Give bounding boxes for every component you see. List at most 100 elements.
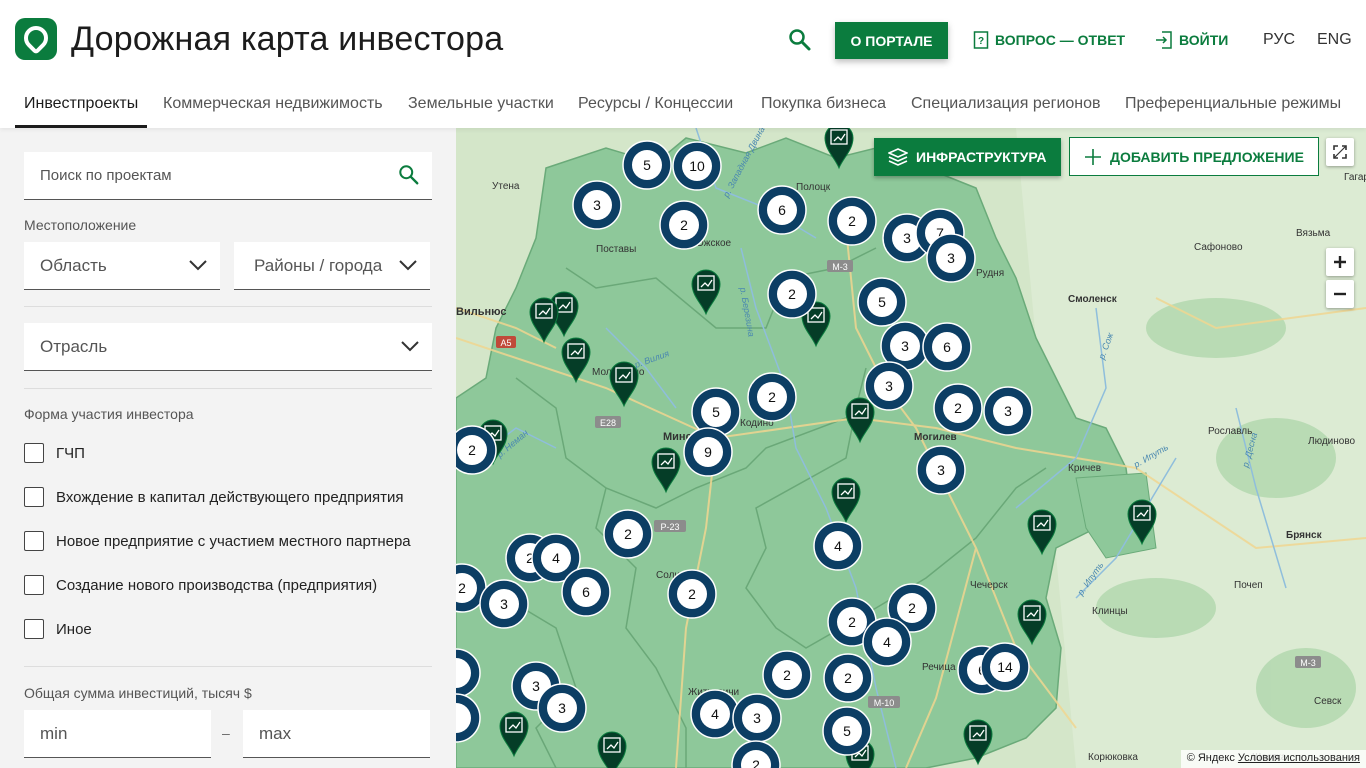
layers-icon (888, 148, 908, 166)
road-label-e28: E28 (600, 418, 616, 428)
project-cluster[interactable]: 9 (683, 427, 733, 477)
cluster-count: 6 (778, 202, 786, 218)
cluster-count: 5 (843, 723, 851, 739)
svg-text:?: ? (978, 36, 984, 47)
checkbox-new-production[interactable]: Создание нового производства (предприяти… (24, 575, 377, 595)
cluster-count: 6 (943, 339, 951, 355)
cluster-count: 5 (878, 294, 886, 310)
project-cluster[interactable]: 6 (757, 185, 807, 235)
project-cluster[interactable]: 3 (864, 361, 914, 411)
tab-preferential[interactable]: Преференциальные режимы (1125, 95, 1341, 113)
cluster-count: 14 (997, 659, 1013, 675)
city-label-rechitsa: Речица (922, 662, 956, 673)
road-label-m3_north: М-3 (832, 262, 848, 272)
max-sum-input[interactable]: max (243, 710, 430, 758)
project-cluster[interactable]: 4 (813, 521, 863, 571)
project-cluster[interactable]: 10 (672, 141, 722, 191)
zoom-out-icon[interactable] (1326, 280, 1354, 308)
about-portal-button[interactable]: О ПОРТАЛЕ (835, 22, 948, 59)
project-cluster[interactable]: 5 (857, 277, 907, 327)
checkbox-other[interactable]: Иное (24, 619, 92, 639)
cluster-count: 4 (883, 634, 891, 650)
project-cluster[interactable]: 6 (561, 567, 611, 617)
project-cluster[interactable]: 5 (622, 140, 672, 190)
active-tab-indicator (15, 125, 147, 128)
cluster-count: 2 (788, 286, 796, 302)
project-cluster[interactable]: 3 (537, 683, 587, 733)
map-canvas[interactable]: ВильнюсМинск МогилевСмоленскБрянскВязьмаС… (456, 128, 1366, 768)
project-search-input[interactable]: Поиск по проектам (24, 152, 432, 200)
site-title[interactable]: Дорожная карта инвестора (71, 20, 503, 59)
infrastructure-button[interactable]: ИНФРАСТРУКТУРА (874, 138, 1061, 176)
checkbox[interactable] (24, 619, 44, 639)
region-select[interactable]: Область (24, 242, 220, 290)
question-doc-icon: ? (973, 31, 989, 49)
min-sum-input[interactable]: min (24, 710, 211, 758)
tab-investprojects[interactable]: Инвестпроекты (24, 95, 138, 113)
search-icon[interactable] (788, 28, 812, 52)
district-select[interactable]: Районы / города (234, 242, 430, 290)
project-cluster[interactable]: 3 (572, 180, 622, 230)
project-cluster[interactable]: 3 (983, 386, 1033, 436)
project-cluster[interactable]: 2 (456, 425, 497, 475)
city-label-smolensk: Смоленск (1068, 294, 1118, 305)
project-cluster[interactable]: 6 (922, 322, 972, 372)
login-link[interactable]: ВОЙТИ (1155, 30, 1228, 50)
cluster-count: 3 (558, 700, 566, 716)
project-cluster[interactable]: 2 (767, 269, 817, 319)
fullscreen-icon[interactable] (1326, 138, 1354, 166)
cluster-count: 10 (689, 158, 705, 174)
project-cluster[interactable]: 3 (732, 693, 782, 743)
infrastructure-label: ИНФРАСТРУКТУРА (916, 149, 1047, 165)
checkbox-equity[interactable]: Вхождение в капитал действующего предпри… (24, 487, 403, 507)
project-cluster[interactable]: 3 (926, 233, 976, 283)
city-label-bryansk: Брянск (1286, 530, 1323, 541)
city-label-sevsk: Севск (1314, 696, 1342, 707)
project-cluster[interactable]: 4 (862, 617, 912, 667)
lang-en[interactable]: ENG (1317, 31, 1352, 49)
range-dash: – (222, 725, 230, 741)
cluster-count: 2 (844, 670, 852, 686)
project-cluster[interactable]: 2 (762, 650, 812, 700)
checkbox-ppp[interactable]: ГЧП (24, 443, 85, 463)
project-cluster[interactable]: 2 (747, 372, 797, 422)
city-label-vilnius: Вильнюс (456, 306, 506, 318)
road-label-m10: М-10 (874, 698, 895, 708)
tab-commercial-realty[interactable]: Коммерческая недвижимость (163, 95, 383, 113)
city-label-klintsy: Клинцы (1092, 606, 1128, 617)
investment-map[interactable]: Вильнюс Минск Могилев Смоленск Брянск Вязьма С… (456, 128, 1366, 768)
project-cluster[interactable]: 2 (603, 509, 653, 559)
tab-buy-business[interactable]: Покупка бизнеса (761, 95, 886, 113)
cluster-count: 2 (468, 442, 476, 458)
checkbox[interactable] (24, 531, 44, 551)
project-cluster[interactable]: 3 (916, 445, 966, 495)
site-header: Дорожная карта инвестора О ПОРТАЛЕ ? ВОП… (0, 0, 1366, 128)
project-cluster[interactable]: 2 (823, 653, 873, 703)
cluster-count: 2 (752, 757, 760, 768)
tab-regions[interactable]: Специализация регионов (911, 95, 1101, 113)
add-proposal-button[interactable]: ДОБАВИТЬ ПРЕДЛОЖЕНИЕ (1069, 137, 1319, 176)
zoom-in-icon[interactable] (1326, 248, 1354, 276)
project-cluster[interactable]: 2 (667, 569, 717, 619)
search-icon[interactable] (398, 164, 420, 186)
project-cluster[interactable]: 2 (933, 383, 983, 433)
logo-icon[interactable] (15, 18, 57, 60)
project-cluster[interactable]: 4 (690, 689, 740, 739)
checkbox-new-with-partner[interactable]: Новое предприятие с участием местного па… (24, 531, 411, 551)
industry-select[interactable]: Отрасль (24, 323, 432, 371)
checkbox[interactable] (24, 443, 44, 463)
project-cluster[interactable]: 14 (980, 642, 1030, 692)
city-label-polotsk: Полоцк (796, 182, 831, 193)
terms-link[interactable]: Условия использования (1238, 752, 1360, 764)
checkbox[interactable] (24, 487, 44, 507)
tab-land-plots[interactable]: Земельные участки (408, 95, 554, 113)
lang-ru[interactable]: РУС (1263, 31, 1295, 49)
qa-link[interactable]: ? ВОПРОС — ОТВЕТ (973, 30, 1125, 50)
project-cluster[interactable]: 3 (479, 579, 529, 629)
project-cluster[interactable]: 2 (827, 196, 877, 246)
road-label-a5: А5 (500, 338, 511, 348)
project-cluster[interactable]: 5 (822, 706, 872, 756)
tab-resources[interactable]: Ресурсы / Концессии (578, 95, 733, 113)
project-cluster[interactable]: 2 (659, 200, 709, 250)
checkbox[interactable] (24, 575, 44, 595)
